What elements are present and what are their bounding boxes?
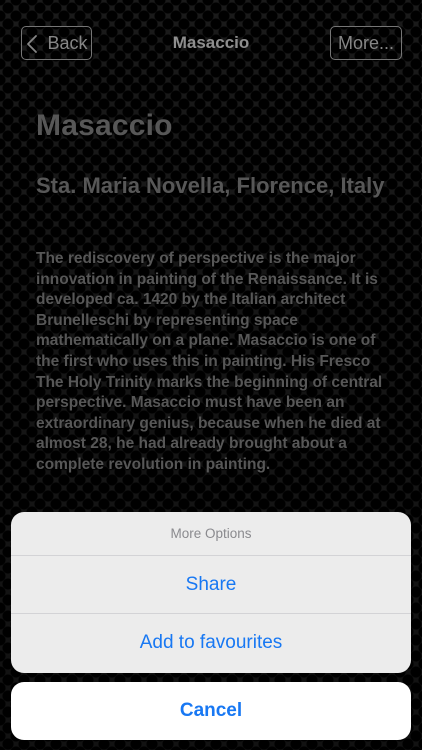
add-to-favourites-button[interactable]: Add to favourites [11,614,411,672]
action-sheet: More Options Share Add to favourites [11,512,411,673]
app-screen: Back Masaccio More... Masaccio Sta. Mari… [0,0,422,750]
action-sheet-title: More Options [11,512,411,556]
cancel-button[interactable]: Cancel [11,682,411,740]
share-button[interactable]: Share [11,556,411,614]
